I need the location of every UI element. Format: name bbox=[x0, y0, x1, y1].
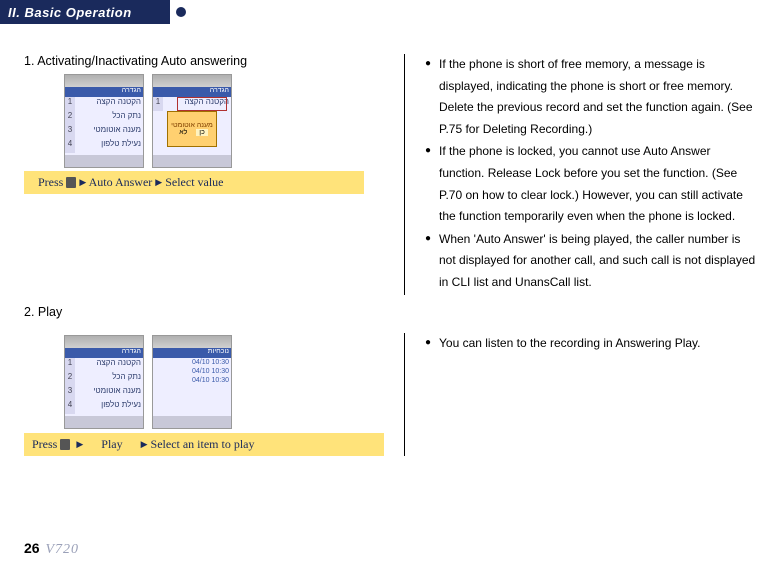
header-title: II. Basic Operation bbox=[8, 5, 132, 20]
phone-title-bar: נוכחיות bbox=[153, 348, 231, 358]
section2-left: הגדרה 1הקטנה הקצה 2נתק הכל 3מענה אוטומטי… bbox=[24, 333, 384, 456]
instruction-strip-2: Press ▶ Play ▶ Select an item to play bbox=[24, 433, 384, 456]
arrow-icon: ▶ bbox=[79, 177, 86, 188]
header-dot-icon bbox=[176, 7, 186, 17]
section-header: II. Basic Operation bbox=[0, 0, 170, 24]
recording-date: 04/10 10:30 bbox=[153, 358, 231, 367]
section1-right: If the phone is short of free memory, a … bbox=[404, 54, 757, 295]
step-2: Select an item to play bbox=[151, 437, 255, 451]
model-label: V720 bbox=[45, 542, 79, 557]
phone-title-bar: הגדרה bbox=[153, 87, 231, 97]
section2-title: 2. Play bbox=[24, 305, 757, 319]
menu-key-icon bbox=[66, 177, 76, 188]
arrow-icon: ▶ bbox=[141, 439, 148, 450]
header: II. Basic Operation bbox=[0, 0, 781, 24]
bullet-item: If the phone is locked, you cannot use A… bbox=[425, 141, 757, 227]
arrow-icon: ▶ bbox=[76, 439, 83, 450]
section1-title: 1. Activating/Inactivating Auto answerin… bbox=[24, 54, 384, 68]
press-label: Press bbox=[38, 175, 63, 189]
highlight-selection bbox=[177, 97, 227, 111]
recording-date: 04/10 10:30 bbox=[153, 367, 231, 376]
phone-mockup: נוכחיות 04/10 10:30 04/10 10:30 04/10 10… bbox=[152, 335, 232, 429]
arrow-icon: ▶ bbox=[155, 177, 162, 188]
step-1: Auto Answer bbox=[89, 175, 153, 189]
recording-date: 04/10 10:30 bbox=[153, 376, 231, 385]
bullet-list-1: If the phone is short of free memory, a … bbox=[425, 54, 757, 294]
bullet-item: You can listen to the recording in Answe… bbox=[425, 333, 757, 355]
phone-screenshots-1: הגדרה 1הקטנה הקצה 2נתק הכל 3מענה אוטומטי… bbox=[24, 74, 384, 168]
bullet-item: If the phone is short of free memory, a … bbox=[425, 54, 757, 140]
menu-key-icon bbox=[60, 439, 70, 450]
phone-mockup: הגדרה 1הקטנה הקצה 2נתק הכל 3מענה אוטומטי… bbox=[64, 74, 144, 168]
press-label: Press bbox=[32, 437, 57, 451]
page-footer: 26 V720 bbox=[24, 540, 79, 558]
option-no: לא bbox=[176, 129, 190, 136]
bullet-list-2: You can listen to the recording in Answe… bbox=[425, 333, 757, 355]
bullet-item: When 'Auto Answer' is being played, the … bbox=[425, 229, 757, 294]
phone-title-bar: הגדרה bbox=[65, 87, 143, 97]
section2-right: You can listen to the recording in Answe… bbox=[404, 333, 757, 456]
section1-left: 1. Activating/Inactivating Auto answerin… bbox=[24, 54, 384, 295]
phone-mockup: הגדרה 1הקטנה הקצה 2נתק הכל 3מענה אוטומטי… bbox=[64, 335, 144, 429]
option-yes: כן bbox=[196, 129, 208, 136]
popup-dialog: מענה אוטומטי לא כן bbox=[167, 111, 217, 147]
step-1: Play bbox=[101, 437, 122, 451]
phone-mockup: הגדרה 1הקטנה הקצה מענה אוטומטי לא כן bbox=[152, 74, 232, 168]
page-number: 26 bbox=[24, 540, 40, 556]
phone-screenshots-2: הגדרה 1הקטנה הקצה 2נתק הכל 3מענה אוטומטי… bbox=[24, 335, 384, 429]
step-2: Select value bbox=[165, 175, 223, 189]
instruction-strip-1: Press ▶ Auto Answer ▶ Select value bbox=[24, 171, 364, 194]
phone-title-bar: הגדרה bbox=[65, 348, 143, 358]
